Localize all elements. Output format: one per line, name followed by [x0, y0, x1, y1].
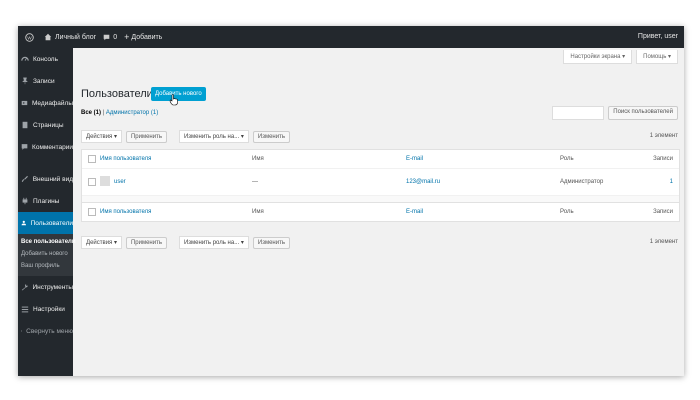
footer-column-username[interactable]: Имя пользователя	[100, 209, 151, 215]
menu-item-pages[interactable]: Страницы	[18, 114, 73, 136]
main-content: Настройки экрана ▾ Помощь ▾ Пользователи…	[73, 48, 684, 376]
table-row: user — 123@mail.ru Администратор 1	[82, 169, 679, 196]
change-role-select[interactable]: Изменить роль на... ▾	[178, 130, 249, 143]
row-role: Администратор	[560, 179, 604, 185]
plugin-icon	[22, 197, 28, 205]
menu-item-dashboard[interactable]: Консоль	[18, 48, 73, 70]
change-role-select-bottom[interactable]: Изменить роль на... ▾	[178, 236, 249, 249]
new-content-label: Добавить	[131, 33, 163, 41]
media-icon	[21, 100, 28, 106]
wp-logo-icon[interactable]: W	[25, 32, 37, 42]
hand-cursor-icon	[169, 94, 178, 106]
menu-item-collapse[interactable]: Свернуть меню	[18, 320, 73, 342]
comments-link[interactable]: 0	[103, 34, 117, 41]
column-name: Имя	[252, 156, 264, 162]
svg-text:W: W	[27, 35, 32, 40]
menu-item-posts[interactable]: Записи	[18, 70, 73, 92]
avatar	[100, 176, 110, 186]
submenu-add-new[interactable]: Добавить нового	[18, 248, 73, 260]
menu-item-media[interactable]: Медиафайлы	[18, 92, 73, 114]
admin-bar: W Личный блог 0 + Добавить Привет, user	[18, 26, 684, 48]
footer-column-role: Роль	[560, 209, 574, 215]
page-icon	[22, 121, 28, 129]
footer-column-name: Имя	[252, 209, 264, 215]
howdy-user[interactable]: Привет, user	[638, 33, 678, 40]
table-footer: Имя пользователя Имя E-mail Роль Записи	[82, 202, 679, 221]
role-filter-links: Все (1) | Администратор (1)	[81, 110, 158, 116]
change-role-button-bottom[interactable]: Изменить	[252, 236, 290, 249]
select-all-checkbox[interactable]	[88, 155, 96, 163]
change-role-button[interactable]: Изменить	[252, 130, 290, 143]
bulk-actions-select[interactable]: Действия ▾	[81, 130, 122, 143]
collapse-icon	[21, 330, 23, 332]
dashboard-icon	[21, 56, 29, 61]
row-username[interactable]: user	[114, 179, 126, 185]
table-header: Имя пользователя Имя E-mail Роль Записи	[82, 150, 679, 169]
pin-icon	[22, 77, 28, 85]
menu-item-appearance[interactable]: Внешний вид	[18, 168, 73, 190]
row-checkbox[interactable]	[88, 178, 96, 186]
submenu-all-users[interactable]: Все пользователи	[18, 236, 76, 248]
home-icon	[44, 33, 52, 41]
footer-column-email[interactable]: E-mail	[406, 209, 423, 215]
search-users-button[interactable]: Поиск пользователей	[608, 106, 678, 120]
column-role: Роль	[560, 156, 574, 162]
brush-icon	[21, 175, 28, 183]
users-table: Имя пользователя Имя E-mail Роль Записи …	[81, 149, 680, 222]
comments-count: 0	[113, 33, 118, 41]
row-email[interactable]: 123@mail.ru	[406, 179, 440, 185]
page-title: Пользователи	[81, 88, 153, 100]
users-icon	[21, 220, 27, 226]
apply-button[interactable]: Применить	[125, 130, 167, 143]
user-search-input[interactable]	[552, 106, 605, 120]
row-name: —	[252, 179, 258, 185]
tablenav-top: Действия ▾ Применить Изменить роль на...…	[81, 130, 290, 143]
new-content-link[interactable]: + Добавить	[124, 32, 162, 42]
select-all-checkbox-footer[interactable]	[88, 208, 96, 216]
tablenav-bottom: Действия ▾ Применить Изменить роль на...…	[81, 236, 290, 249]
menu-item-tools[interactable]: Инструменты	[18, 276, 73, 298]
browser-frame: W Личный блог 0 + Добавить Привет, user …	[18, 26, 684, 376]
admin-menu: Консоль Записи Медиафайлы Страницы Комме…	[18, 48, 76, 376]
filter-administrator[interactable]: Администратор (1)	[106, 110, 158, 116]
menu-item-settings[interactable]: Настройки	[18, 298, 73, 320]
menu-item-comments[interactable]: Комментарии	[18, 136, 73, 158]
menu-item-plugins[interactable]: Плагины	[18, 190, 73, 212]
submenu-profile[interactable]: Ваш профиль	[18, 260, 73, 272]
help-button[interactable]: Помощь ▾	[636, 50, 678, 64]
menu-separator	[18, 158, 73, 168]
apply-button-bottom[interactable]: Применить	[125, 236, 167, 249]
screen-options-button[interactable]: Настройки экрана ▾	[563, 50, 633, 64]
item-count-top: 1 элемент	[649, 133, 678, 139]
screen-meta-links: Настройки экрана ▾ Помощь ▾	[563, 50, 678, 64]
comment-icon	[21, 144, 28, 150]
column-posts: Записи	[653, 156, 673, 162]
row-posts[interactable]: 1	[670, 179, 673, 185]
wrench-icon	[21, 284, 28, 291]
bulk-actions-select-bottom[interactable]: Действия ▾	[81, 236, 122, 249]
footer-column-posts: Записи	[653, 209, 673, 215]
users-submenu: Все пользователи Добавить нового Ваш про…	[18, 234, 76, 276]
column-username[interactable]: Имя пользователя	[100, 156, 151, 162]
search-box: Поиск пользователей	[552, 106, 678, 120]
site-name: Личный блог	[55, 33, 97, 41]
menu-item-users[interactable]: Пользователи	[18, 212, 73, 234]
filter-all[interactable]: Все (1)	[81, 110, 101, 116]
settings-icon	[21, 306, 29, 313]
comment-bubble-icon	[103, 34, 110, 40]
plus-icon: +	[124, 32, 130, 42]
column-email[interactable]: E-mail	[406, 156, 423, 162]
item-count-bottom: 1 элемент	[649, 239, 678, 245]
site-name-link[interactable]: Личный блог	[44, 33, 96, 41]
